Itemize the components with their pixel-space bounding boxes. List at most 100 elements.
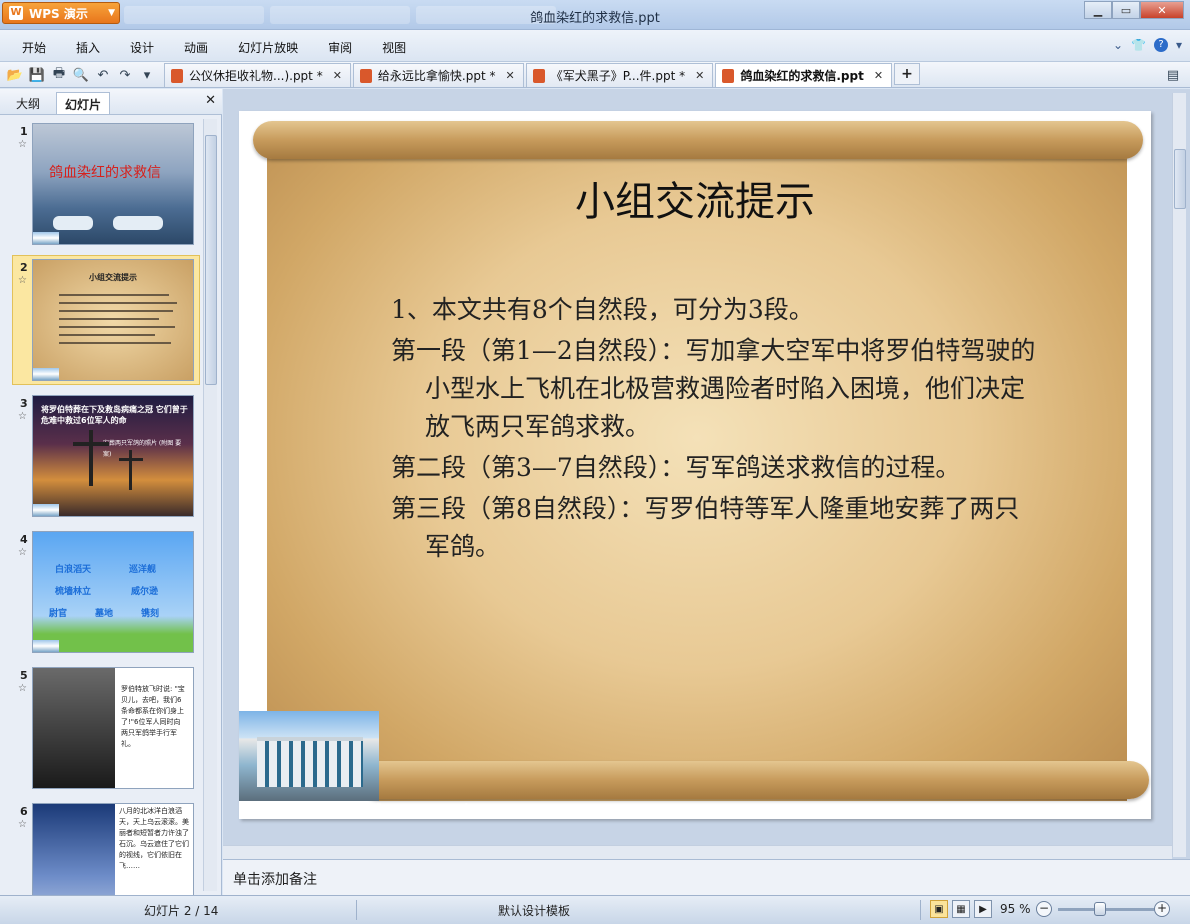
- slide-editor: 小组交流提示 1、本文共有8个自然段，可分为3段。 第一段（第1—2自然段）：写…: [223, 89, 1190, 859]
- print-preview-icon[interactable]: 🔍: [72, 66, 90, 84]
- thumbnail-number: 2: [20, 261, 28, 274]
- school-building-image[interactable]: [239, 711, 379, 801]
- slide-thumbnail-2[interactable]: 2 ☆ 小组交流提示: [8, 255, 200, 391]
- editor-horizontal-scrollbar[interactable]: [223, 845, 1172, 859]
- cross-shape: [119, 458, 143, 461]
- slide-thumbnail-4[interactable]: 4 ☆ 白浪滔天 巡洋舰 梳墙林立 威尔逊 尉官 墓地 镌刻: [8, 527, 198, 663]
- menu-view[interactable]: 视图: [382, 39, 406, 56]
- doc-tab-label: 给永远比拿愉快.ppt *: [377, 69, 496, 83]
- slide-canvas[interactable]: 小组交流提示 1、本文共有8个自然段，可分为3段。 第一段（第1—2自然段）：写…: [239, 111, 1151, 819]
- slide-thumbnail-5[interactable]: 5 ☆ 罗伯特放飞时说: "宝贝儿，去吧，我们6条命都系在你们身上了!"6位军人…: [8, 663, 198, 799]
- menu-animation[interactable]: 动画: [184, 39, 208, 56]
- editor-vertical-scrollbar[interactable]: [1172, 93, 1186, 857]
- zoom-slider-track[interactable]: [1058, 908, 1154, 911]
- window-title: 鸽血染红的求救信.ppt: [530, 11, 660, 26]
- animation-star-icon: ☆: [18, 683, 27, 694]
- collapse-ribbon-icon[interactable]: ⌄: [1113, 38, 1123, 52]
- zoom-out-button[interactable]: −: [1036, 901, 1052, 917]
- undo-icon[interactable]: ↶: [94, 66, 112, 84]
- doc-tab-active[interactable]: 鸽血染红的求救信.ppt ✕: [715, 63, 893, 87]
- close-tab-icon[interactable]: ✕: [333, 69, 342, 82]
- thumbnail-image: 小组交流提示: [32, 259, 194, 381]
- scrollbar-thumb[interactable]: [1174, 149, 1186, 209]
- customize-toolbar-icon[interactable]: ▾: [138, 66, 156, 84]
- divider: [920, 900, 921, 920]
- slideshow-view-icon[interactable]: ▶: [974, 900, 992, 918]
- normal-view-icon[interactable]: ▣: [930, 900, 948, 918]
- animation-star-icon: ☆: [18, 547, 27, 558]
- save-icon[interactable]: 💾: [28, 66, 46, 84]
- building-shape: [257, 737, 363, 787]
- zoom-in-button[interactable]: +: [1154, 901, 1170, 917]
- menu-review[interactable]: 审阅: [328, 39, 352, 56]
- ppt-file-icon: [532, 68, 545, 83]
- scrollbar-thumb[interactable]: [205, 135, 217, 385]
- cross-shape: [89, 430, 93, 486]
- doc-tab[interactable]: 给永远比拿愉快.ppt * ✕: [352, 63, 524, 87]
- body-paragraph: 第一段（第1—2自然段）：写加拿大空军中将罗伯特驾驶的小型水上飞机在北极营救遇险…: [391, 336, 1036, 441]
- doc-tab[interactable]: 《军犬黑子》P...件.ppt * ✕: [525, 63, 714, 87]
- menu-insert[interactable]: 插入: [76, 39, 100, 56]
- print-icon[interactable]: 🖶: [50, 66, 68, 84]
- redo-icon[interactable]: ↷: [116, 66, 134, 84]
- thumbnail-scrollbar[interactable]: [203, 119, 217, 891]
- layout-toggle-icon[interactable]: ▤: [1164, 66, 1182, 84]
- thumbnail-caption: 将罗伯特葬在下及救岛病痛之冠 它们曾于危难中救过6位军人的命: [41, 405, 188, 425]
- word-card: 梳墙林立: [55, 587, 92, 597]
- help-icon[interactable]: ?: [1153, 38, 1168, 52]
- thumbnail-number: 1: [20, 125, 28, 138]
- tab-slides[interactable]: 幻灯片: [56, 92, 111, 114]
- scroll-bottom-roll: [359, 761, 1149, 799]
- quick-toolbar: 📂 💾 🖶 🔍 ↶ ↷ ▾ 公仪休拒收礼物...).ppt * ✕ 给永远比拿愉…: [0, 62, 1190, 88]
- text-line: [59, 334, 155, 336]
- thumbnail-number: 5: [20, 669, 28, 682]
- doc-tab-label: 公仪休拒收礼物...).ppt *: [189, 69, 323, 83]
- template-name[interactable]: 默认设计模板: [498, 902, 570, 919]
- animation-star-icon: ☆: [18, 275, 27, 286]
- dove-image: [33, 668, 115, 788]
- close-tab-icon[interactable]: ✕: [506, 69, 515, 82]
- divider: [356, 900, 357, 920]
- menu-slideshow[interactable]: 幻灯片放映: [238, 39, 298, 56]
- slide-thumbnail-1[interactable]: 1 ☆ 鸽血染红的求救信: [8, 119, 198, 255]
- slide-title[interactable]: 小组交流提示: [239, 169, 1151, 227]
- chevron-down-icon[interactable]: ▾: [1176, 38, 1182, 52]
- close-button[interactable]: ✕: [1140, 1, 1184, 19]
- slide-thumbnail-3[interactable]: 3 ☆ 将罗伯特葬在下及救岛病痛之冠 它们曾于危难中救过6位军人的命 安葬两只军…: [8, 391, 198, 527]
- close-tab-icon[interactable]: ✕: [874, 69, 883, 82]
- notes-pane[interactable]: 单击添加备注: [223, 859, 1190, 895]
- skin-shirt-icon[interactable]: 👕: [1131, 38, 1146, 52]
- close-panel-icon[interactable]: ✕: [205, 93, 216, 108]
- zoom-slider-handle[interactable]: [1094, 902, 1106, 916]
- text-line: [59, 302, 177, 304]
- iceberg: [53, 216, 93, 230]
- menu-home[interactable]: 开始: [22, 39, 46, 56]
- slide-counter: 幻灯片 2 / 14: [144, 904, 219, 918]
- body-paragraph: 第二段（第3—7自然段）：写军鸽送求救信的过程。: [391, 453, 961, 482]
- window-controls: ▁ ▭ ✕: [1084, 1, 1184, 19]
- maximize-button[interactable]: ▭: [1112, 1, 1140, 19]
- thumbnail-number: 4: [20, 533, 28, 546]
- new-tab-button[interactable]: +: [894, 63, 921, 85]
- menu-design[interactable]: 设计: [130, 39, 154, 56]
- text-line: [59, 326, 175, 328]
- thumbnail-text: 罗伯特放飞时说: "宝贝儿，去吧，我们6条命都系在你们身上了!"6位军人同时向两…: [121, 685, 185, 748]
- text-line: [59, 342, 171, 344]
- doc-tab[interactable]: 公仪休拒收礼物...).ppt * ✕: [164, 63, 351, 87]
- text-line: [59, 294, 169, 296]
- slide-sorter-view-icon[interactable]: ▦: [952, 900, 970, 918]
- close-tab-icon[interactable]: ✕: [695, 69, 704, 82]
- minimize-button[interactable]: ▁: [1084, 1, 1112, 19]
- word-card: 尉官: [49, 609, 68, 619]
- title-bar: W WPS 演示 ▼ 鸽血染红的求救信.ppt ▁ ▭ ✕: [0, 0, 1190, 30]
- open-folder-icon[interactable]: 📂: [6, 66, 24, 84]
- school-image: [33, 368, 59, 380]
- word-card: 墓地: [95, 609, 114, 619]
- menu-bar: 开始 插入 设计 动画 幻灯片放映 审阅 视图 ⌄ 👕 ? ▾: [0, 30, 1190, 62]
- thumbnail-title: 小组交流提示: [89, 273, 137, 282]
- body-paragraph: 1、本文共有8个自然段，可分为3段。: [391, 295, 814, 324]
- tab-outline[interactable]: 大纲: [8, 92, 48, 114]
- slide-body-text[interactable]: 1、本文共有8个自然段，可分为3段。 第一段（第1—2自然段）：写加拿大空军中将…: [391, 291, 1041, 569]
- view-switcher: ▣ ▦ ▶: [930, 900, 992, 918]
- animation-star-icon: ☆: [18, 819, 27, 830]
